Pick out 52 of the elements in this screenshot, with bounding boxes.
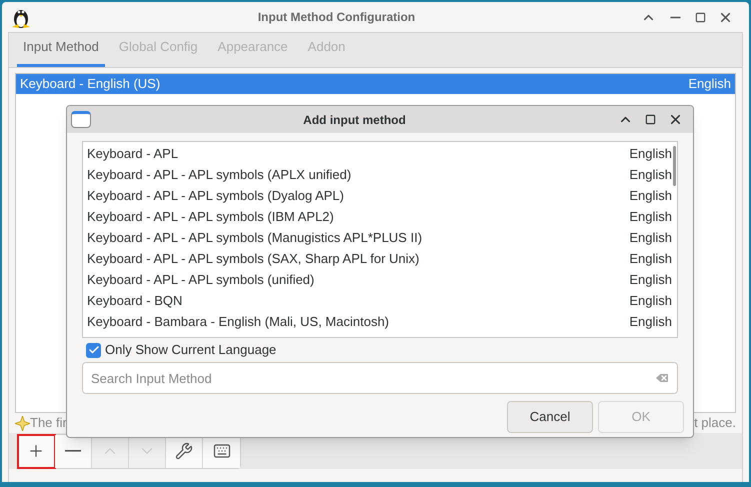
method-language: English	[629, 292, 672, 310]
tools-icon	[175, 442, 193, 460]
minus-icon	[65, 450, 81, 452]
maximize-icon[interactable]	[695, 12, 706, 22]
maximize-icon[interactable]	[645, 114, 656, 125]
keyboard-icon	[212, 442, 230, 460]
plus-icon	[27, 442, 45, 460]
search-field[interactable]: Search Input Method	[82, 362, 678, 394]
hint-text: The fir	[30, 414, 67, 432]
window-title: Input Method Configuration	[256, 9, 416, 26]
scrollbar[interactable]	[673, 146, 676, 186]
method-language: English	[629, 250, 672, 268]
checkbox-label: Only Show Current Language	[105, 341, 276, 360]
method-name: Keyboard - BQN	[87, 292, 182, 310]
tab[interactable]: Input Method	[17, 34, 105, 67]
method-language: English	[629, 208, 672, 226]
list-row[interactable]: Keyboard - APL English	[83, 143, 672, 164]
method-language: English	[629, 270, 672, 289]
list-row[interactable]: Keyboard - APL - APL symbols (SAX, Sharp APL for Unix) English	[83, 248, 672, 269]
hint-text: t place.	[694, 414, 736, 432]
list-row[interactable]: Keyboard - APL - APL symbols (APLX unified) English	[83, 164, 672, 185]
method-language: English	[629, 144, 672, 163]
method-language: English	[629, 312, 672, 331]
checkbox[interactable]	[86, 342, 101, 358]
dialog-title: Add input method	[302, 112, 407, 128]
list-row[interactable]: Keyboard - APL - APL symbols (Manugistics APL*PLUS II) English	[83, 227, 672, 248]
list-row[interactable]: Keyboard - Bambara - English (Mali, US, Macintosh) English	[83, 311, 672, 332]
method-language: English	[629, 186, 672, 205]
method-name: Keyboard - APL - APL symbols (unified)	[87, 270, 314, 289]
list-row[interactable]: Keyboard - APL - APL symbols (IBM APL2) English	[83, 206, 672, 227]
method-name: Keyboard - APL - APL symbols (IBM APL2)	[87, 208, 334, 226]
method-name: Keyboard - APL - APL symbols (Dyalog APL)	[87, 186, 344, 205]
check-icon	[88, 344, 100, 356]
method-name: Keyboard - APL - APL symbols (SAX, Sharp APL for Unix)	[87, 250, 420, 268]
window-icon	[71, 111, 91, 128]
remove-button[interactable]	[55, 434, 92, 468]
sparkle-icon	[15, 416, 30, 430]
method-language: English	[688, 75, 731, 94]
method-name: Keyboard - APL - APL symbols (Manugistics APL*PLUS II)	[87, 228, 422, 247]
method-language: English	[629, 228, 672, 247]
method-name: Keyboard - Bambara - English (Mali, US, Macintosh)	[87, 312, 390, 331]
list-row[interactable]: Keyboard - APL - APL symbols (Dyalog APL) English	[83, 185, 672, 206]
dialog-button[interactable]: Cancel	[507, 401, 593, 433]
method-language: English	[629, 166, 672, 184]
list-row[interactable]: Keyboard - English (US) English	[16, 74, 735, 94]
list-row[interactable]: Keyboard - APL - APL symbols (unified) English	[83, 269, 672, 290]
add-button[interactable]	[18, 434, 55, 468]
list-row[interactable]: Keyboard - BQN English	[83, 290, 672, 311]
close-icon[interactable]	[668, 112, 683, 127]
method-name: Keyboard - APL	[87, 144, 178, 163]
method-name: Keyboard - English (US)	[20, 75, 160, 94]
method-name: Keyboard - APL - APL symbols (APLX unified)	[87, 166, 352, 184]
